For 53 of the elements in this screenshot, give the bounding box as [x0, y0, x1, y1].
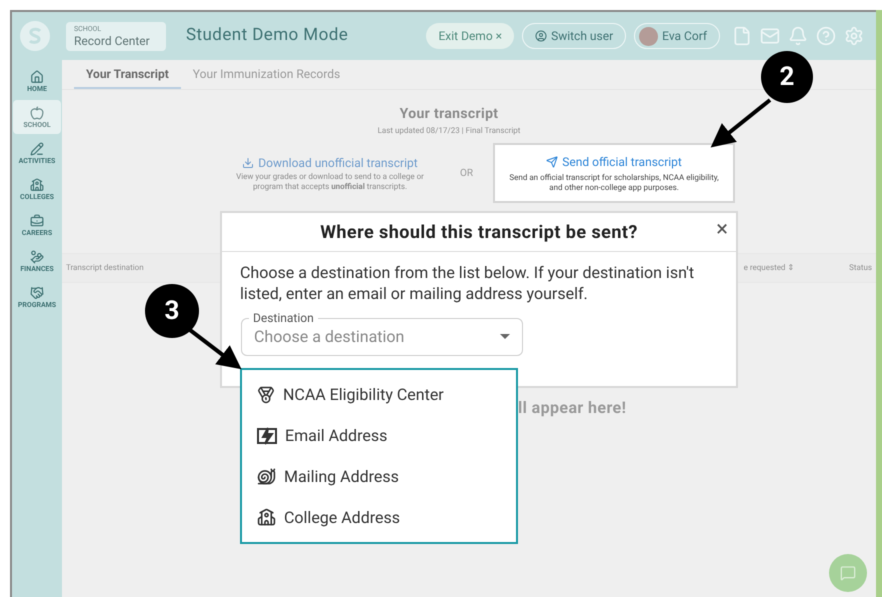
- chat-icon: [840, 565, 856, 581]
- logo-icon: [20, 21, 50, 51]
- dropdown-option[interactable]: Mailing Address: [242, 464, 516, 488]
- close-button[interactable]: ×: [716, 219, 728, 241]
- programs-nav-icon: [30, 286, 44, 300]
- download-description: View your grades or download to send to a college or program that accepts unofficial transcripts.: [235, 172, 425, 192]
- dropdown-option[interactable]: College Address: [242, 506, 516, 530]
- dropdown-option[interactable]: NCAA Eligibility Center: [242, 382, 516, 406]
- download-icon: [242, 157, 254, 169]
- careers-nav-icon: [30, 214, 44, 228]
- send-description: Send an official transcript for scholarships, NCAA eligibility, and other non-college app purposes.: [508, 173, 720, 193]
- mode-title: Student Demo Mode: [186, 24, 348, 48]
- modal-description: Choose a destination from the list below. If your destination isn't listed, enter an email or mailing address yourself.: [239, 262, 696, 304]
- caret-icon: [500, 334, 510, 340]
- exit-demo-button[interactable]: Exit Demo ×: [426, 23, 514, 49]
- document-icon[interactable]: [732, 26, 752, 46]
- column-header[interactable]: e requested ⇕: [744, 262, 794, 274]
- mail-icon[interactable]: [760, 26, 780, 46]
- user-icon: [535, 30, 548, 42]
- finances-nav-icon: [30, 250, 44, 264]
- send-official-card[interactable]: Send official transcript Send an official transcript for scholarships, NCAA eligibility, and other non-college app purposes.: [493, 143, 736, 203]
- column-header: Transcript destination: [66, 262, 144, 274]
- school-building-icon: [257, 508, 276, 527]
- transcript-title: Your transcript: [400, 105, 498, 124]
- switch-user-button[interactable]: Switch user: [522, 23, 626, 49]
- column-header: Status: [849, 262, 872, 274]
- download-link[interactable]: Download unofficial transcript: [242, 154, 418, 172]
- last-updated-text: Last updated 08/17/23 | Final Transcript: [378, 125, 520, 137]
- lightning-box-icon: [257, 426, 277, 444]
- or-text: OR: [460, 166, 474, 180]
- home-nav-icon: [30, 70, 44, 84]
- medal-icon: [257, 386, 275, 404]
- avatar-icon: [639, 26, 658, 46]
- settings-icon[interactable]: [844, 26, 864, 46]
- empty-message: ll appear here!: [518, 398, 626, 417]
- callout-arrow: [188, 328, 242, 370]
- tab[interactable]: Your Transcript: [74, 60, 181, 89]
- send-icon: [546, 156, 558, 168]
- bell-icon[interactable]: [788, 26, 808, 46]
- field-label: Destination: [249, 312, 318, 324]
- callout-arrow: [710, 98, 772, 148]
- help-icon[interactable]: [816, 26, 836, 46]
- tab[interactable]: Your Immunization Records: [180, 60, 352, 89]
- modal-title: Where should this transcript be sent?: [320, 220, 638, 244]
- user-menu-button[interactable]: Eva Corf: [634, 23, 720, 49]
- snail-icon: [257, 467, 276, 486]
- dropdown-option[interactable]: Email Address: [242, 424, 516, 448]
- school-nav-icon: [30, 106, 44, 120]
- send-official-link[interactable]: Send official transcript: [546, 153, 682, 171]
- colleges-nav-icon: [30, 178, 44, 192]
- activities-nav-icon: [30, 142, 44, 156]
- select-placeholder: Choose a destination: [254, 326, 404, 348]
- app-name: Record Center: [74, 34, 151, 46]
